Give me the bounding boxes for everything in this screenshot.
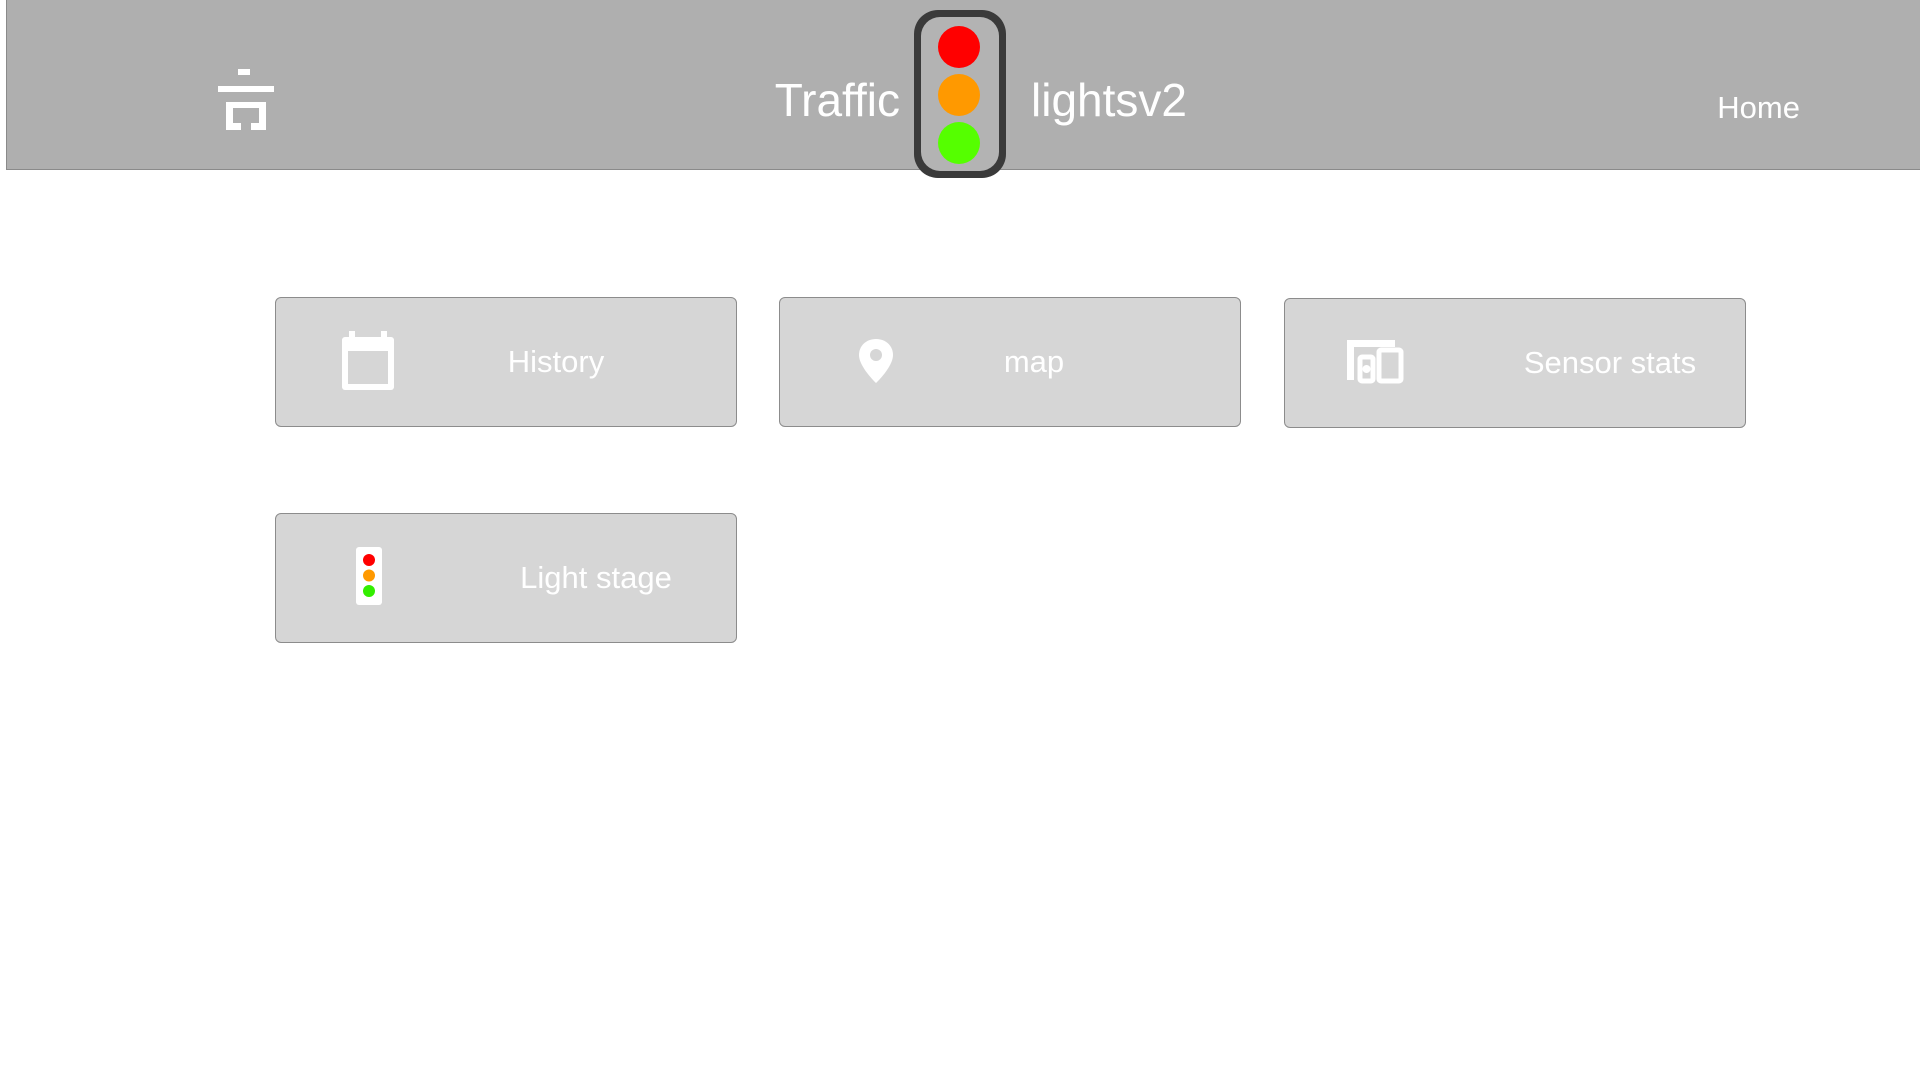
sensor-stats-button[interactable]: Sensor stats: [1284, 298, 1746, 428]
devices-icon: [1343, 330, 1407, 394]
calendar-icon: [336, 329, 400, 393]
sensor-stats-label: Sensor stats: [1523, 345, 1697, 380]
app-title-left: Traffic: [774, 74, 900, 126]
mini-red-lamp: [363, 554, 375, 566]
traffic-light-logo: [914, 10, 1006, 178]
amber-lamp: [938, 74, 980, 116]
history-button[interactable]: History: [275, 297, 737, 427]
mini-green-lamp: [363, 585, 375, 597]
shrine-icon: [214, 66, 278, 138]
map-label: map: [1003, 344, 1065, 379]
map-button[interactable]: map: [779, 297, 1241, 427]
app-title-right: lightsv2: [1031, 74, 1187, 126]
traffic-light-icon: [354, 547, 384, 607]
light-stage-button[interactable]: Light stage: [275, 513, 737, 643]
light-stage-label: Light stage: [520, 560, 672, 595]
history-label: History: [507, 344, 605, 379]
mini-amber-lamp: [363, 569, 375, 582]
home-link[interactable]: Home: [1717, 90, 1800, 126]
map-pin-icon: [844, 329, 908, 393]
green-lamp: [938, 122, 980, 164]
red-lamp: [938, 26, 980, 68]
